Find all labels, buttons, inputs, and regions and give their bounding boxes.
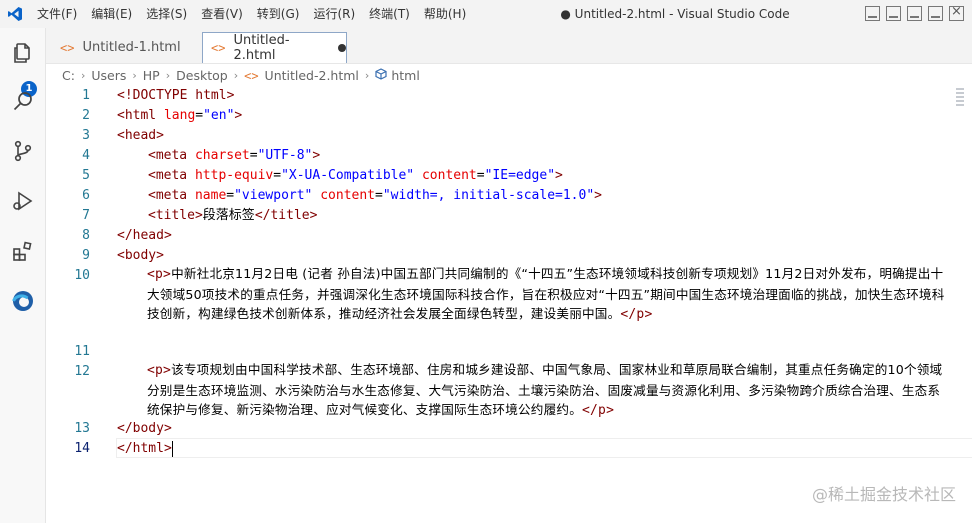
code-text: <html lang="en"> bbox=[117, 108, 243, 123]
element-symbol-icon bbox=[375, 68, 387, 83]
menu-go[interactable]: 转到(G) bbox=[250, 0, 307, 28]
edge-browser-icon[interactable] bbox=[8, 286, 38, 316]
chevron-right-icon: › bbox=[233, 69, 239, 82]
code-line: 2 <html lang="en"> bbox=[46, 106, 946, 126]
line-number: 2 bbox=[82, 108, 90, 123]
code-line: 6 <meta name="viewport" content="width=,… bbox=[46, 186, 946, 206]
code-editor[interactable]: 1 <!DOCTYPE html> 2 <html lang="en"> 3 <… bbox=[46, 86, 972, 523]
html-icon: <> bbox=[60, 40, 75, 55]
breadcrumb-item[interactable]: Desktop bbox=[176, 68, 228, 83]
code-text: <head> bbox=[117, 128, 164, 143]
watermark: @稀土掘金技术社区 bbox=[811, 485, 956, 504]
breadcrumb-item[interactable]: HP bbox=[143, 68, 160, 83]
text-cursor bbox=[171, 440, 173, 457]
vscode-logo-icon bbox=[0, 0, 30, 28]
code-text: <p>该专项规划由中国科学技术部、生态环境部、住房和城乡建设部、中国气象局、国家… bbox=[147, 362, 943, 418]
code-text: <meta name="viewport" content="width=, i… bbox=[148, 188, 602, 203]
tab-untitled-1[interactable]: <> Untitled-1.html bbox=[56, 32, 196, 63]
toggle-panel-icon[interactable] bbox=[886, 6, 901, 21]
code-line: 14 </html> bbox=[46, 439, 946, 459]
line-number: 6 bbox=[82, 188, 90, 203]
line-number: 9 bbox=[82, 248, 90, 263]
breadcrumb: C: › Users › HP › Desktop › <> Untitled-… bbox=[46, 65, 972, 86]
tab-label: Untitled-1.html bbox=[82, 40, 181, 55]
customize-layout-icon[interactable] bbox=[928, 6, 943, 21]
line-number: 1 bbox=[82, 88, 90, 103]
title-bar: 文件(F) 编辑(E) 选择(S) 查看(V) 转到(G) 运行(R) 终端(T… bbox=[0, 0, 972, 28]
chevron-right-icon: › bbox=[364, 69, 370, 82]
line-number: 8 bbox=[82, 228, 90, 243]
toggle-sidebar-icon[interactable] bbox=[865, 6, 880, 21]
line-number: 10 bbox=[74, 268, 90, 283]
code-line: 12 <p>该专项规划由中国科学技术部、生态环境部、住房和城乡建设部、中国气象局… bbox=[46, 360, 946, 420]
line-number: 5 bbox=[82, 168, 90, 183]
code-line: 10 <p>中新社北京11月2日电 (记者 孙自法)中国五部门共同编制的《“十四… bbox=[46, 264, 946, 344]
code-line: 3 <head> bbox=[46, 126, 946, 146]
breadcrumb-item[interactable]: C: bbox=[62, 68, 75, 83]
source-control-icon[interactable] bbox=[8, 136, 38, 166]
breadcrumb-item[interactable]: Untitled-2.html bbox=[265, 68, 359, 83]
extensions-icon[interactable] bbox=[8, 236, 38, 266]
menu-file[interactable]: 文件(F) bbox=[30, 0, 84, 28]
run-debug-icon[interactable] bbox=[8, 186, 38, 216]
code-text: <body> bbox=[117, 248, 164, 263]
line-number: 3 bbox=[82, 128, 90, 143]
line-number: 14 bbox=[74, 441, 90, 456]
menu-view[interactable]: 查看(V) bbox=[194, 0, 250, 28]
activity-bar: 1 bbox=[0, 28, 46, 523]
tab-untitled-2[interactable]: <> Untitled-2.html bbox=[202, 32, 347, 63]
code-text: </head> bbox=[117, 228, 172, 243]
window-controls: × bbox=[865, 4, 964, 21]
window-title: ● Untitled-2.html - Visual Studio Code bbox=[560, 7, 790, 21]
code-text: </html> bbox=[117, 440, 173, 457]
editor-tab-bar: <> Untitled-1.html <> Untitled-2.html bbox=[46, 28, 972, 64]
code-line: 5 <meta http-equiv="X-UA-Compatible" con… bbox=[46, 166, 946, 186]
menu-edit[interactable]: 编辑(E) bbox=[84, 0, 139, 28]
code-line: 8 </head> bbox=[46, 226, 946, 246]
line-number: 7 bbox=[82, 208, 90, 223]
code-line: 4 <meta charset="UTF-8"> bbox=[46, 146, 946, 166]
code-text: <p>中新社北京11月2日电 (记者 孙自法)中国五部门共同编制的《“十四五”生… bbox=[147, 266, 945, 322]
code-line: 7 <title>段落标签</title> bbox=[46, 206, 946, 226]
search-icon[interactable] bbox=[8, 86, 38, 116]
code-text: <meta charset="UTF-8"> bbox=[148, 148, 321, 163]
line-number: 12 bbox=[74, 364, 90, 379]
code-line: 9 <body> bbox=[46, 246, 946, 266]
toggle-secondary-sidebar-icon[interactable] bbox=[907, 6, 922, 21]
code-line: 13 </body> bbox=[46, 419, 946, 439]
minimap[interactable] bbox=[956, 88, 964, 118]
menu-selection[interactable]: 选择(S) bbox=[139, 0, 194, 28]
tab-label: Untitled-2.html bbox=[233, 33, 290, 63]
line-number: 4 bbox=[82, 148, 90, 163]
menu-bar: 文件(F) 编辑(E) 选择(S) 查看(V) 转到(G) 运行(R) 终端(T… bbox=[30, 0, 473, 28]
chevron-right-icon: › bbox=[132, 69, 137, 82]
html-icon: <> bbox=[244, 68, 259, 83]
code-text: <!DOCTYPE html> bbox=[117, 88, 235, 103]
html-icon: <> bbox=[211, 41, 226, 55]
line-number: 11 bbox=[74, 344, 90, 359]
close-window-icon[interactable]: × bbox=[949, 4, 964, 21]
unsaved-dot-icon[interactable] bbox=[338, 44, 346, 52]
code-text: </body> bbox=[117, 421, 172, 436]
code-line: 1 <!DOCTYPE html> bbox=[46, 86, 946, 106]
chevron-right-icon: › bbox=[80, 69, 86, 82]
breadcrumb-item[interactable]: html bbox=[391, 68, 419, 83]
code-line: 11 bbox=[46, 342, 946, 362]
menu-help[interactable]: 帮助(H) bbox=[417, 0, 473, 28]
code-text: <title>段落标签</title> bbox=[148, 208, 318, 223]
menu-run[interactable]: 运行(R) bbox=[306, 0, 362, 28]
line-number: 13 bbox=[74, 421, 90, 436]
code-text: <meta http-equiv="X-UA-Compatible" conte… bbox=[148, 168, 563, 183]
breadcrumb-item[interactable]: Users bbox=[91, 68, 126, 83]
chevron-right-icon: › bbox=[165, 69, 171, 82]
menu-terminal[interactable]: 终端(T) bbox=[362, 0, 417, 28]
explorer-icon[interactable] bbox=[8, 38, 38, 68]
